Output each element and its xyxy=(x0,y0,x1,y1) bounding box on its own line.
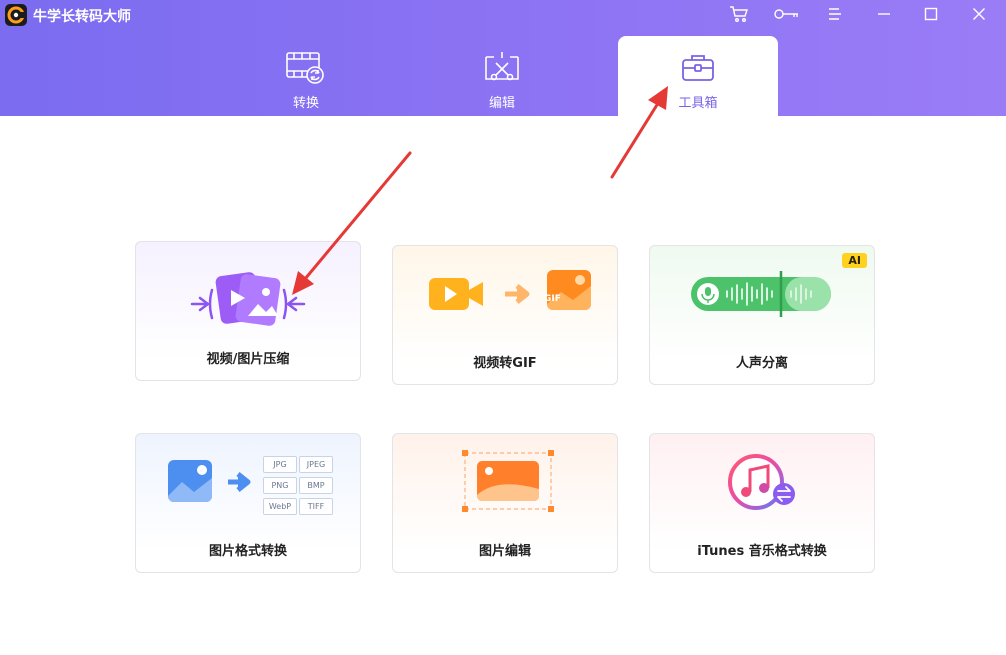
app-logo xyxy=(5,4,27,26)
close-icon xyxy=(973,8,985,20)
film-convert-icon xyxy=(286,52,324,84)
tab-convert-label: 转换 xyxy=(292,96,319,111)
minimize-button[interactable] xyxy=(871,3,897,25)
toolbox-icon xyxy=(682,55,714,81)
tool-card-image-edit-label: 图片编辑 xyxy=(478,544,531,559)
format-tiff: TIFF xyxy=(299,498,333,515)
tab-edit-label: 编辑 xyxy=(488,96,515,111)
image-format-icon xyxy=(168,460,251,502)
video-to-gif-icon xyxy=(429,270,591,310)
minimize-icon xyxy=(878,13,890,15)
tool-card-image-edit[interactable]: 图片编辑 xyxy=(392,433,618,573)
tool-card-video-to-gif[interactable]: GIF 视频转GIF xyxy=(392,245,618,385)
cart-icon xyxy=(730,6,748,22)
maximize-button[interactable] xyxy=(918,3,944,25)
tool-card-itunes-convert[interactable]: iTunes 音乐格式转换 xyxy=(649,433,875,573)
itunes-convert-icon xyxy=(728,454,795,510)
tool-card-image-format-label: 图片格式转换 xyxy=(208,544,287,559)
app-title: 牛学长转码大师 xyxy=(33,9,131,25)
key-icon xyxy=(774,9,798,19)
license-key-button[interactable] xyxy=(774,3,800,25)
tab-edit[interactable]: 编辑 xyxy=(422,36,582,116)
image-edit-icon xyxy=(462,450,554,512)
format-png: PNG xyxy=(263,477,297,494)
gif-text: GIF xyxy=(544,294,561,304)
tab-toolbox[interactable]: 工具箱 xyxy=(618,36,778,116)
tool-card-voice-separation[interactable]: AI 人声分离 xyxy=(649,245,875,385)
voice-separation-icon xyxy=(691,271,831,317)
tool-card-voice-separation-label: 人声分离 xyxy=(735,356,788,371)
tab-toolbox-label: 工具箱 xyxy=(678,96,718,111)
menu-icon xyxy=(829,8,841,20)
tool-card-compress-label: 视频/图片压缩 xyxy=(206,352,290,367)
tool-card-itunes-convert-label: iTunes 音乐格式转换 xyxy=(697,544,827,559)
format-jpeg: JPEG xyxy=(299,456,333,473)
compress-icon xyxy=(190,272,306,326)
tab-convert[interactable]: 转换 xyxy=(226,36,386,116)
maximize-icon xyxy=(924,7,938,21)
menu-button[interactable] xyxy=(822,3,848,25)
tool-card-compress[interactable]: 视频/图片压缩 xyxy=(135,241,361,381)
tool-card-video-to-gif-label: 视频转GIF xyxy=(473,356,537,371)
title-bar: 牛学长转码大师 转换 编辑 工具箱 xyxy=(0,0,1006,116)
format-bmp: BMP xyxy=(299,477,333,494)
close-button[interactable] xyxy=(966,3,992,25)
c-logo-icon xyxy=(7,6,25,24)
edit-cut-icon xyxy=(485,52,519,81)
tool-card-image-format[interactable]: JPG JPEG PNG BMP WebP TIFF 图片格式转换 xyxy=(135,433,361,573)
format-webp: WebP xyxy=(263,498,297,515)
cart-button[interactable] xyxy=(726,3,752,25)
format-jpg: JPG xyxy=(263,456,297,473)
